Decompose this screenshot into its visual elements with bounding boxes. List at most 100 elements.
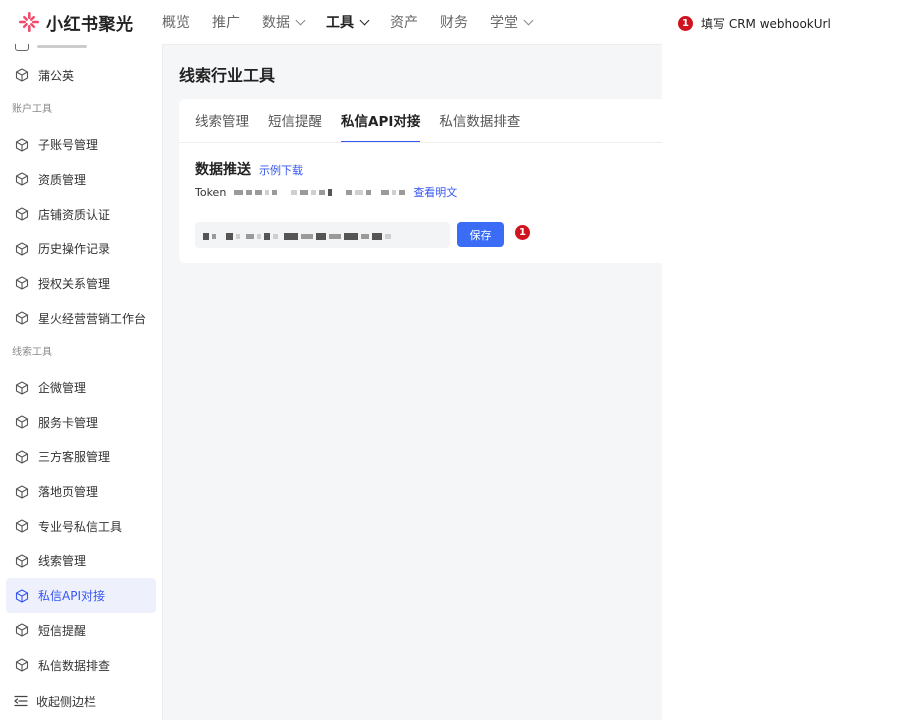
sidebar-item-sub-accounts[interactable]: 子账号管理 (6, 127, 156, 162)
sidebar[interactable]: 蒲公英 账户工具 子账号管理 资质管理 店铺资质认证 历史操作记录 授权关系管理… (0, 44, 163, 720)
nav-item-label: 财务 (440, 15, 468, 31)
nav-item-overview[interactable]: 概览 (162, 12, 190, 32)
nav-item-label: 工具 (326, 15, 354, 31)
app-window: 小红书聚光 概览 推广 数据 工具 资产 财务 学堂 蒲公英 账户工具 子账号管… (0, 0, 662, 720)
nav-item-academy[interactable]: 学堂 (490, 12, 534, 32)
cube-icon (15, 172, 29, 186)
cube-icon (15, 242, 29, 256)
brand[interactable]: 小红书聚光 (18, 10, 158, 35)
nav-item-label: 推广 (212, 15, 240, 31)
tab-bar: 线索管理 短信提醒 私信API对接 私信数据排查 (195, 99, 539, 143)
brand-name: 小红书聚光 (46, 14, 134, 35)
token-row: Token 查看明文 (195, 184, 457, 200)
section-header: 数据推送 示例下载 (195, 159, 303, 179)
sidebar-item-label: 蒲公英 (38, 68, 75, 83)
sidebar-item-label: 资质管理 (38, 172, 87, 187)
top-navbar: 小红书聚光 概览 推广 数据 工具 资产 财务 学堂 (0, 0, 662, 45)
content-card: 线索管理 短信提醒 私信API对接 私信数据排查 数据推送 示例下载 Token… (179, 99, 662, 263)
collapse-sidebar-button[interactable]: 收起侧边栏 (0, 682, 162, 720)
cube-icon (15, 276, 29, 291)
sidebar-item-label: 历史操作记录 (38, 242, 111, 257)
partial-icon (15, 44, 29, 51)
sidebar-item-leads-management[interactable]: 线索管理 (6, 544, 156, 579)
sidebar-item-label: 子账号管理 (38, 138, 99, 153)
cube-icon (15, 554, 29, 568)
page-title: 线索行业工具 (179, 66, 276, 85)
sidebar-item-authorization[interactable]: 授权关系管理 (6, 266, 156, 301)
partial-label (37, 45, 87, 48)
sidebar-group-leads-tools: 线索工具 (12, 346, 52, 358)
nav-item-label: 概览 (162, 15, 190, 31)
nav-item-finance[interactable]: 财务 (440, 12, 468, 32)
tab-dm-data-check[interactable]: 私信数据排查 (439, 110, 520, 143)
sidebar-item-partial (0, 44, 162, 58)
sidebar-item-label: 线索管理 (38, 554, 87, 569)
sidebar-item-third-party-cs[interactable]: 三方客服管理 (6, 440, 156, 475)
sidebar-item-store-certification[interactable]: 店铺资质认证 (6, 197, 156, 232)
sidebar-item-landing-pages[interactable]: 落地页管理 (6, 474, 156, 509)
nav-item-assets[interactable]: 资产 (390, 12, 418, 32)
sidebar-item-label: 专业号私信工具 (38, 519, 123, 534)
sidebar-item-service-cards[interactable]: 服务卡管理 (6, 405, 156, 440)
sidebar-item-label: 私信数据排查 (38, 658, 111, 673)
pinwheel-logo-icon (19, 12, 39, 32)
cube-icon (15, 380, 29, 395)
sidebar-item-label: 店铺资质认证 (38, 207, 111, 222)
sidebar-item-label: 星火经营营销工作台 (38, 311, 147, 326)
view-plaintext-link[interactable]: 查看明文 (413, 184, 457, 200)
nav-item-label: 数据 (262, 15, 290, 31)
tab-dm-api[interactable]: 私信API对接 (341, 110, 421, 143)
section-title: 数据推送 (195, 162, 251, 178)
collapse-sidebar-icon (14, 695, 28, 707)
sidebar-item-label: 三方客服管理 (38, 450, 111, 465)
cube-icon (15, 207, 29, 221)
sidebar-item-sms-reminder[interactable]: 短信提醒 (6, 613, 156, 648)
webhook-url-input[interactable] (195, 222, 450, 248)
chevron-down-icon (295, 15, 306, 25)
sidebar-item-qualifications[interactable]: 资质管理 (6, 162, 156, 197)
sidebar-item-label: 落地页管理 (38, 485, 99, 500)
sidebar-item-label: 服务卡管理 (38, 415, 99, 430)
token-masked-value (234, 186, 408, 199)
tab-sms-reminder[interactable]: 短信提醒 (268, 110, 322, 143)
sidebar-item-label: 企微管理 (38, 381, 87, 396)
sidebar-item-dm-api[interactable]: 私信API对接 (6, 578, 156, 613)
cube-icon (15, 311, 29, 325)
sidebar-group-account-tools: 账户工具 (12, 103, 52, 115)
sidebar-item-wecom[interactable]: 企微管理 (6, 370, 156, 405)
cube-icon (15, 519, 29, 533)
tab-leads-management[interactable]: 线索管理 (195, 110, 249, 143)
cube-icon (15, 138, 29, 152)
cube-icon (15, 450, 29, 464)
sidebar-item-label: 私信API对接 (38, 589, 105, 604)
nav-item-tools[interactable]: 工具 (326, 12, 370, 32)
sidebar-item-label: 授权关系管理 (38, 276, 111, 291)
token-label: Token (195, 185, 227, 199)
chevron-down-icon (359, 15, 370, 25)
nav-item-data[interactable]: 数据 (262, 12, 306, 32)
webhook-url-masked-value (203, 226, 394, 245)
sidebar-item-dm-data-check[interactable]: 私信数据排查 (6, 648, 156, 683)
sidebar-item-operation-history[interactable]: 历史操作记录 (6, 231, 156, 266)
example-download-link[interactable]: 示例下载 (259, 162, 303, 178)
step-badge: 1 (515, 225, 530, 240)
chevron-down-icon (523, 15, 534, 25)
top-nav-menu: 概览 推广 数据 工具 资产 财务 学堂 (162, 12, 554, 32)
nav-item-promotion[interactable]: 推广 (212, 12, 240, 32)
cube-icon (15, 623, 29, 637)
cube-icon (15, 415, 29, 429)
cube-icon (15, 589, 29, 603)
nav-item-label: 学堂 (490, 15, 518, 31)
collapse-sidebar-label: 收起侧边栏 (36, 694, 97, 709)
annotation-text: 填写 CRM webhookUrl (701, 17, 831, 31)
tab-divider (179, 142, 662, 143)
sidebar-item-dandelion[interactable]: 蒲公英 (6, 58, 156, 93)
sidebar-item-label: 短信提醒 (38, 623, 87, 638)
cube-icon (15, 68, 29, 82)
annotation-note: 1 填写 CRM webhookUrl (678, 15, 831, 32)
sidebar-item-pro-dm-tools[interactable]: 专业号私信工具 (6, 509, 156, 544)
save-button[interactable]: 保存 (457, 222, 504, 247)
nav-item-label: 资产 (390, 15, 418, 31)
annotation-badge: 1 (678, 16, 693, 31)
sidebar-item-spark-workbench[interactable]: 星火经营营销工作台 (6, 301, 156, 336)
